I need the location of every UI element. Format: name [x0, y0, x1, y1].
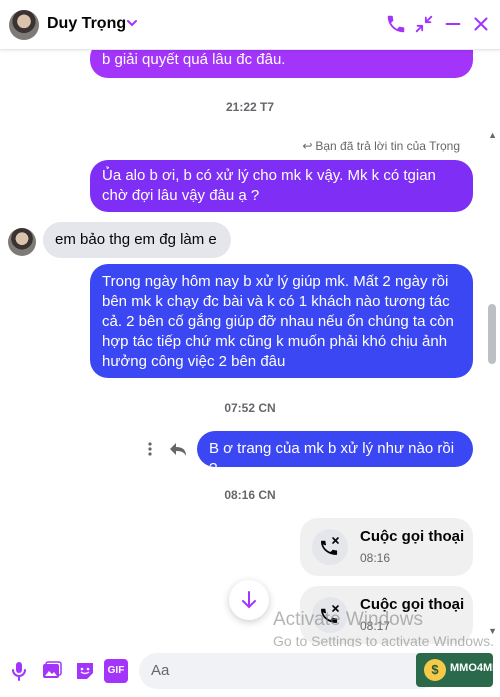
- contact-avatar[interactable]: [9, 10, 39, 40]
- reply-icon[interactable]: [168, 439, 188, 459]
- scroll-to-bottom-button[interactable]: [229, 580, 269, 620]
- chat-header: Duy Trọng: [0, 0, 500, 50]
- scroll-up-caret-icon[interactable]: ▲: [488, 130, 497, 140]
- windows-activation-title: Activate Windows: [273, 609, 423, 630]
- call-time: 08:16: [360, 551, 391, 565]
- more-options-icon[interactable]: [142, 441, 158, 457]
- minus-icon[interactable]: [442, 13, 464, 35]
- timestamp: 08:16 CN: [224, 488, 276, 502]
- microphone-icon[interactable]: [7, 659, 31, 683]
- gif-button[interactable]: GIF: [104, 659, 128, 683]
- close-icon[interactable]: [470, 13, 492, 35]
- incoming-message[interactable]: em bảo thg em đg làm e: [43, 222, 231, 258]
- outgoing-message[interactable]: B ơ trang của mk b xử lý như nào rồi ?: [197, 431, 473, 477]
- reply-arrow-icon: ↩: [302, 139, 313, 153]
- message-list[interactable]: b giải quyết quá lâu đc đâu. 21:22 T7 ↩ B…: [0, 50, 500, 647]
- outgoing-message[interactable]: Ủa alo b ơi, b có xử lý cho mk k vậy. Mk…: [90, 160, 473, 212]
- dollar-coin-icon: $: [424, 659, 446, 681]
- timestamp: 21:22 T7: [225, 100, 275, 114]
- minimize-icon[interactable]: [413, 13, 435, 35]
- contact-avatar-small[interactable]: [8, 228, 36, 256]
- contact-name[interactable]: Duy Trọng: [47, 15, 126, 33]
- scrollbar-thumb[interactable]: [488, 304, 496, 364]
- sticker-icon[interactable]: [73, 659, 97, 683]
- arrow-down-icon: [242, 591, 256, 609]
- mmo4me-badge: $ MMO4ME: [416, 653, 500, 687]
- composer-bar: GIF Aa $ MMO4ME: [0, 647, 500, 697]
- outgoing-message[interactable]: Trong ngày hôm nay b xử lý giúp mk. Mất …: [90, 264, 473, 378]
- message-input[interactable]: Aa: [139, 653, 439, 689]
- timestamp: 07:52 CN: [224, 401, 276, 415]
- phone-missed-icon: [312, 529, 348, 565]
- replied-note: ↩ Bạn đã trả lời tin của Trọng: [302, 139, 460, 153]
- phone-icon[interactable]: [385, 13, 407, 35]
- call-title: Cuộc gọi thoại: [360, 528, 465, 545]
- badge-text: MMO4ME: [450, 662, 500, 674]
- outgoing-message[interactable]: b giải quyết quá lâu đc đâu.: [90, 50, 473, 78]
- voice-call-card[interactable]: Cuộc gọi thoại 08:16: [300, 518, 473, 576]
- chevron-down-icon[interactable]: [125, 16, 139, 30]
- image-icon[interactable]: [40, 659, 64, 683]
